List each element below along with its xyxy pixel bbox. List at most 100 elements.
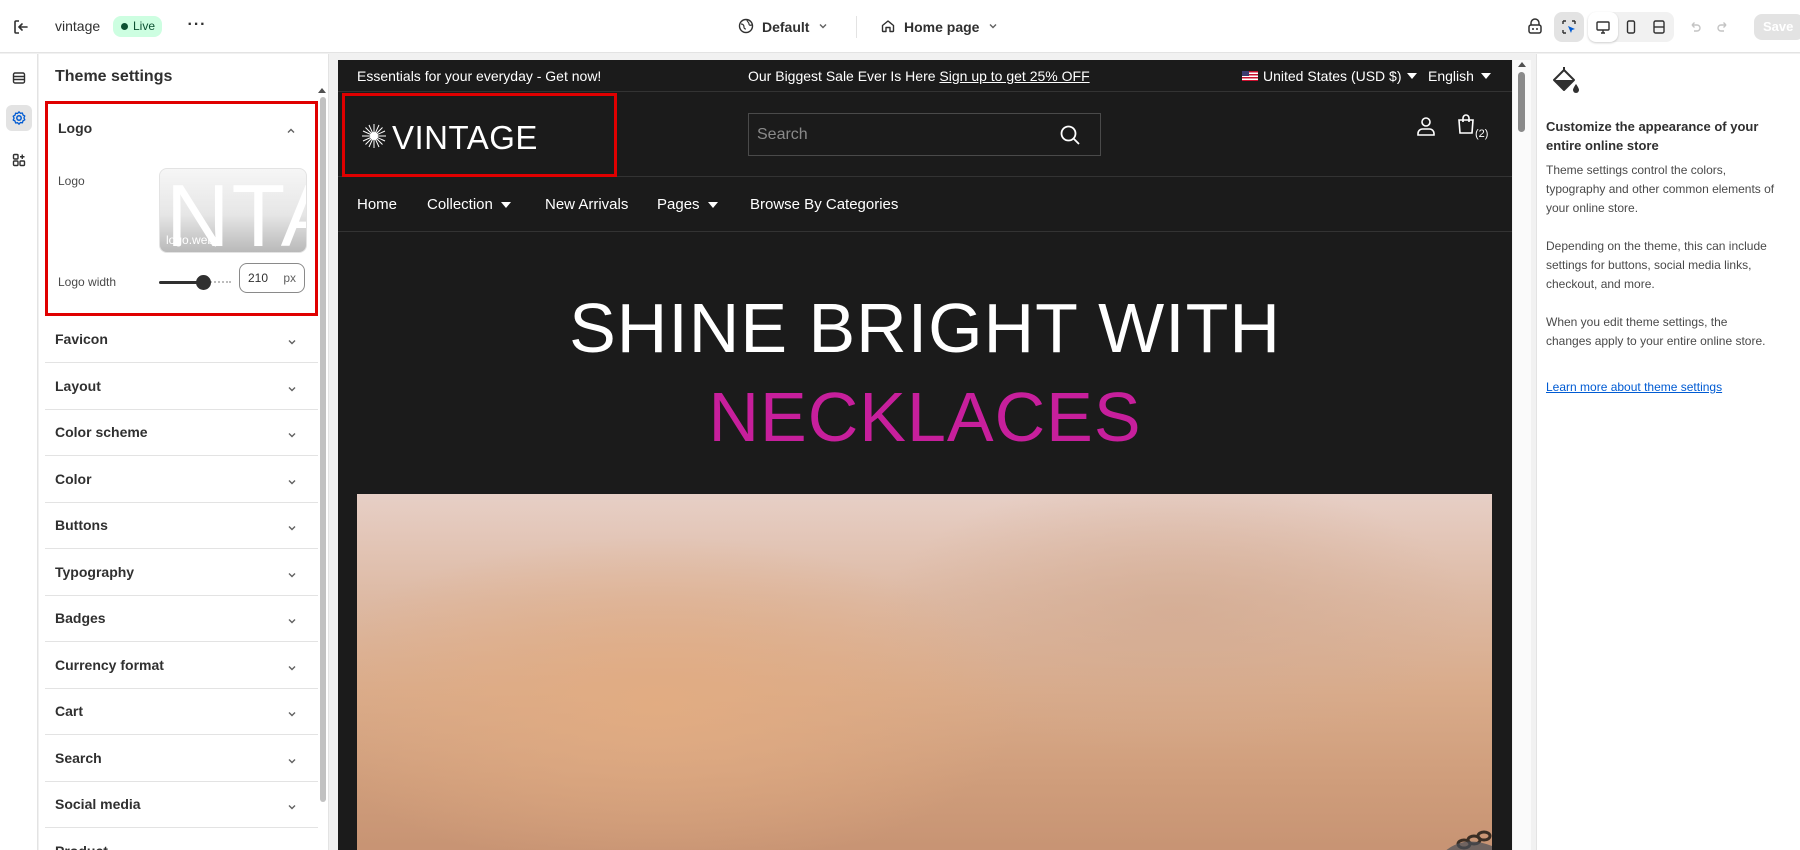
logo-section-heading[interactable]: Logo	[58, 120, 92, 136]
redo-icon[interactable]	[1708, 12, 1738, 42]
select-icon[interactable]	[1554, 12, 1584, 42]
search-icon[interactable]	[1058, 123, 1082, 152]
announcement-left[interactable]: Essentials for your everyday - Get now!	[357, 68, 601, 84]
sparkle-logo-icon	[359, 121, 389, 151]
top-bar: vintage Live ··· Default Home page Save	[0, 0, 1800, 53]
chevron-down-icon	[286, 754, 298, 772]
announcement-link[interactable]: Sign up to get 25% OFF	[939, 68, 1089, 84]
nav-new-arrivals[interactable]: New Arrivals	[545, 196, 628, 213]
status-badge: Live	[113, 16, 163, 37]
hero-heading-line2: NECKLACES	[708, 378, 1142, 456]
store-logo-text: VINTAGE	[392, 119, 538, 156]
chevron-down-icon	[286, 335, 298, 353]
chevron-down-icon	[286, 800, 298, 818]
settings-section-search[interactable]: Search	[45, 736, 318, 782]
save-button[interactable]: Save	[1754, 14, 1800, 40]
theme-name: Default	[762, 19, 810, 35]
logo-field-label: Logo	[58, 174, 85, 188]
chevron-down-icon	[286, 475, 298, 493]
settings-section-buttons[interactable]: Buttons	[45, 503, 318, 549]
settings-section-label: Currency format	[55, 656, 164, 673]
logo-image-picker[interactable]: NTA logo.webp	[159, 168, 307, 253]
preview-scrollbar[interactable]	[1513, 60, 1531, 850]
status-badge-label: Live	[133, 19, 156, 33]
help-learn-more-link[interactable]: Learn more about theme settings	[1546, 380, 1722, 394]
logo-width-input[interactable]: 210 px	[239, 263, 305, 293]
us-flag-icon	[1242, 71, 1258, 81]
store-nav: Home Collection New Arrivals Pages Brows…	[338, 178, 1512, 232]
announcement-mid-text: Our Biggest Sale Ever Is Here	[748, 68, 940, 84]
cart-icon[interactable]	[1456, 113, 1476, 140]
settings-section-color[interactable]: Color	[45, 457, 318, 503]
preview-area: Essentials for your everyday - Get now! …	[330, 54, 1535, 850]
store-search-input[interactable]: Search	[748, 113, 1101, 156]
settings-section-label: Favicon	[55, 331, 108, 347]
scroll-up-arrow[interactable]	[318, 88, 326, 93]
scroll-up-arrow[interactable]	[1518, 62, 1526, 67]
settings-section-label: Badges	[55, 610, 106, 626]
fullwidth-icon[interactable]	[1644, 12, 1674, 42]
announcement-bar: Essentials for your everyday - Get now! …	[338, 60, 1512, 92]
settings-section-label: Color	[55, 470, 92, 487]
settings-section-social-media[interactable]: Social media	[45, 782, 318, 828]
account-icon[interactable]	[1415, 115, 1437, 142]
chevron-up-icon[interactable]	[285, 124, 297, 142]
caret-down-icon	[1480, 73, 1491, 79]
settings-section-label: Buttons	[55, 517, 108, 533]
settings-section-layout[interactable]: Layout	[45, 364, 318, 410]
paint-bucket-icon	[1548, 66, 1580, 103]
settings-section-typography[interactable]: Typography	[45, 550, 318, 596]
chevron-down-icon	[817, 19, 829, 35]
nav-home[interactable]: Home	[357, 196, 397, 213]
settings-icon[interactable]	[6, 105, 32, 131]
language-selector[interactable]: English	[1428, 68, 1491, 84]
help-paragraph-2: Depending on the theme, this can include…	[1546, 239, 1767, 291]
announcement-mid: Our Biggest Sale Ever Is Here Sign up to…	[748, 68, 1090, 84]
panel-scrollbar[interactable]	[320, 97, 326, 802]
settings-section-label: Product	[55, 843, 108, 850]
help-title: Customize the appearance of your entire …	[1546, 119, 1759, 153]
settings-section-color-scheme[interactable]: Color scheme	[45, 410, 318, 456]
page-selector[interactable]: Home page	[880, 15, 999, 39]
settings-section-product[interactable]: Product	[45, 829, 318, 850]
chevron-down-icon	[286, 847, 298, 850]
caret-down-icon	[1406, 73, 1417, 79]
chevron-down-icon	[286, 521, 298, 539]
country-selector[interactable]: United States (USD $)	[1242, 68, 1417, 84]
logo-file-name: logo.webp	[166, 233, 221, 247]
exit-icon[interactable]	[10, 16, 32, 38]
help-paragraph-3: When you edit theme settings, the change…	[1546, 315, 1766, 348]
desktop-icon[interactable]	[1588, 12, 1618, 42]
nav-browse-categories-label: Browse By Categories	[750, 196, 899, 213]
inspector-icon[interactable]	[1520, 12, 1550, 42]
language-label: English	[1428, 68, 1474, 84]
live-dot-icon	[121, 23, 128, 30]
mobile-icon[interactable]	[1616, 12, 1646, 42]
settings-section-favicon[interactable]: Favicon	[45, 317, 318, 363]
hero-image[interactable]	[357, 494, 1492, 850]
store-logo[interactable]: VINTAGE	[342, 93, 617, 177]
country-label: United States (USD $)	[1263, 68, 1402, 84]
nav-collection[interactable]: Collection	[427, 196, 511, 213]
nav-pages[interactable]: Pages	[657, 196, 718, 213]
settings-section-cart[interactable]: Cart	[45, 689, 318, 735]
theme-selector[interactable]: Default	[738, 15, 829, 39]
sections-icon[interactable]	[6, 65, 32, 91]
scroll-thumb[interactable]	[1518, 72, 1525, 132]
undo-icon[interactable]	[1680, 12, 1710, 42]
chevron-down-icon	[286, 614, 298, 632]
slider-handle[interactable]	[196, 275, 211, 290]
caret-down-icon	[707, 201, 718, 208]
logo-width-slider[interactable]	[159, 274, 231, 290]
divider	[856, 16, 857, 38]
apps-icon[interactable]	[6, 147, 32, 173]
store-preview: Essentials for your everyday - Get now! …	[338, 60, 1512, 850]
nav-browse-categories[interactable]: Browse By Categories	[750, 196, 898, 213]
settings-section-badges[interactable]: Badges	[45, 596, 318, 642]
chevron-down-icon	[286, 382, 298, 400]
logo-width-value[interactable]: 210	[248, 271, 268, 285]
nav-pages-label: Pages	[657, 196, 700, 213]
settings-section-currency-format[interactable]: Currency format	[45, 643, 318, 689]
more-icon[interactable]: ···	[185, 14, 209, 38]
page-name: Home page	[904, 19, 980, 35]
